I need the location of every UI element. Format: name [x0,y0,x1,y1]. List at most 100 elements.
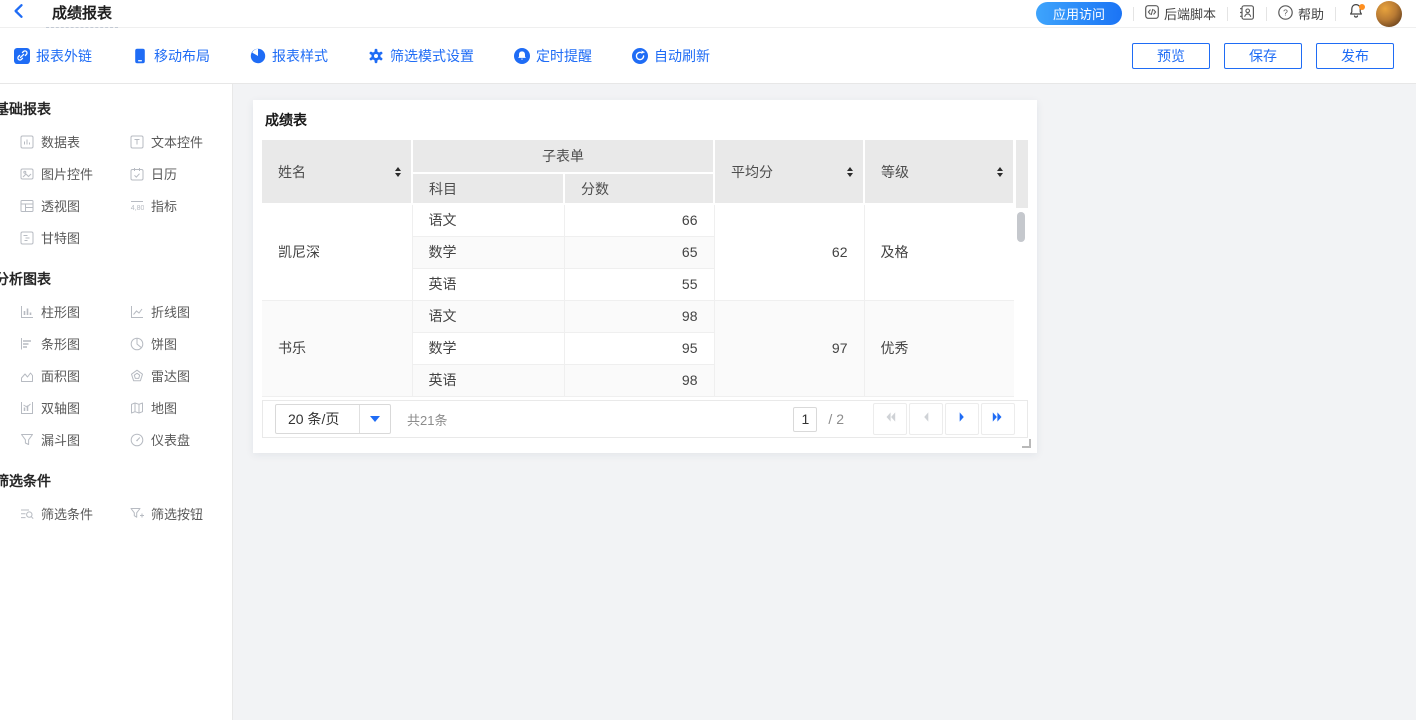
score-cell: 98 [564,300,714,332]
divider [1227,7,1228,21]
subject-cell: 英语 [412,364,564,396]
average-cell: 97 [714,300,864,396]
card-title: 成绩表 [253,100,1037,140]
double-chevron-left-icon [883,410,897,429]
pie-icon [250,48,266,64]
page-size-select[interactable]: 20 条/页 [275,404,391,434]
backend-script-label: 后端脚本 [1164,4,1216,23]
sidebar-item-image-widget[interactable]: 图片控件 [20,166,130,181]
sidebar-item-label: 饼图 [151,334,177,353]
toolbar-item-label: 报表样式 [272,46,328,66]
preview-button[interactable]: 预览 [1132,43,1210,69]
sidebar-item-area-chart[interactable]: 面积图 [20,368,130,383]
sidebar-section-2: 筛选条件筛选条件筛选按钮 [0,473,232,521]
notification-dot [1359,4,1365,10]
toolbar-item-2[interactable]: 报表样式 [250,46,328,66]
subject-cell: 语文 [412,300,564,332]
toolbar-item-0[interactable]: 报表外链 [14,46,92,66]
mobile-icon [132,48,148,64]
column-header-grade-label: 等级 [881,162,909,182]
score-report-card[interactable]: 成绩表 姓名 子表 [253,100,1037,453]
column-header-subject: 科目 [412,173,564,204]
help-button[interactable]: ? 帮助 [1278,4,1324,23]
sidebar-item-column-chart[interactable]: 柱形图 [20,304,130,319]
help-icon: ? [1278,5,1293,23]
back-chevron-icon [11,3,27,24]
sort-icon[interactable] [395,167,401,177]
back-button[interactable] [10,5,28,23]
page-size-caret[interactable] [359,405,390,433]
area-chart-icon [20,369,34,383]
toolbar-item-1[interactable]: 移动布局 [132,46,210,66]
sidebar-item-text-widget[interactable]: 文本控件 [130,134,232,149]
sidebar-item-radar-chart[interactable]: 雷达图 [130,368,232,383]
toolbar-item-label: 定时提醒 [536,46,592,66]
sidebar-item-filter-condition[interactable]: 筛选条件 [20,506,130,521]
sidebar-item-label: 甘特图 [41,228,80,247]
sidebar-item-label: 指标 [151,196,177,215]
score-table: 姓名 子表单 平均分 [262,140,1028,400]
sidebar-item-filter-button[interactable]: 筛选按钮 [130,506,232,521]
contacts-button[interactable] [1239,5,1255,23]
notifications-button[interactable] [1347,5,1365,23]
sidebar-item-data-table[interactable]: 数据表 [20,134,130,149]
chevron-right-icon [955,410,969,429]
sidebar-item-dual-axis[interactable]: 双轴图 [20,400,130,415]
last-page-button[interactable] [981,403,1015,435]
widget-sidebar: 基础报表数据表文本控件图片控件日历透视图4,80指标甘特图分析图表柱形图折线图条… [0,84,233,720]
link-icon [14,48,30,64]
radar-chart-icon [130,369,144,383]
avatar[interactable] [1376,1,1402,27]
report-title[interactable]: 成绩报表 [46,0,118,28]
sidebar-item-gauge[interactable]: 仪表盘 [130,432,232,447]
table-row[interactable]: 书乐语文9897优秀 [262,300,1014,332]
gauge-icon [130,433,144,447]
sidebar-section-1: 分析图表柱形图折线图条形图饼图面积图雷达图双轴图地图漏斗图仪表盘 [0,271,232,447]
card-resize-handle[interactable] [1022,439,1031,448]
prev-page-button[interactable] [909,403,943,435]
toolbar-item-4[interactable]: 定时提醒 [514,46,592,66]
toolbar-item-5[interactable]: 自动刷新 [632,46,710,66]
divider [1133,7,1134,21]
column-header-grade[interactable]: 等级 [864,140,1014,204]
refresh-icon [632,48,648,64]
dual-axis-icon [20,401,34,415]
report-toolbar: 报表外链 移动布局 报表样式 筛选模式设置 定时提醒 自动刷新 预览 保存 发布 [0,28,1416,84]
sidebar-item-pie-chart[interactable]: 饼图 [130,336,232,351]
total-count-label: 共21条 [407,410,447,429]
backend-script-button[interactable]: 后端脚本 [1145,4,1216,23]
sidebar-item-pivot[interactable]: 透视图 [20,198,130,213]
bar-chart-icon [20,337,34,351]
column-header-average[interactable]: 平均分 [714,140,864,204]
page-number-input[interactable]: 1 [793,407,817,432]
app-access-button[interactable]: 应用访问 [1036,2,1122,25]
scrollbar-thumb[interactable] [1017,212,1025,242]
sidebar-item-bar-chart[interactable]: 条形图 [20,336,130,351]
sidebar-item-label: 条形图 [41,334,80,353]
sort-icon[interactable] [997,167,1003,177]
table-row[interactable]: 凯尼深语文6662及格 [262,204,1014,236]
sidebar-item-map[interactable]: 地图 [130,400,232,415]
next-page-button[interactable] [945,403,979,435]
sort-icon[interactable] [847,167,853,177]
first-page-button[interactable] [873,403,907,435]
toolbar-item-3[interactable]: 筛选模式设置 [368,46,474,66]
data-table-icon [20,135,34,149]
sidebar-item-line-chart[interactable]: 折线图 [130,304,232,319]
sidebar-section-0: 基础报表数据表文本控件图片控件日历透视图4,80指标甘特图 [0,101,232,245]
design-canvas[interactable]: 成绩表 姓名 子表 [233,84,1416,720]
sidebar-item-label: 双轴图 [41,398,80,417]
publish-button[interactable]: 发布 [1316,43,1394,69]
page-size-value: 20 条/页 [276,405,359,433]
pagination-bar: 20 条/页 共21条 1 / 2 [262,400,1028,438]
sidebar-item-calendar[interactable]: 日历 [130,166,232,181]
sidebar-item-metric[interactable]: 4,80指标 [130,198,232,213]
page-total-label: / 2 [828,411,844,427]
column-header-name[interactable]: 姓名 [262,140,412,204]
sidebar-item-gantt[interactable]: 甘特图 [20,230,130,245]
divider [1266,7,1267,21]
subject-cell: 语文 [412,204,564,236]
sidebar-item-funnel-chart[interactable]: 漏斗图 [20,432,130,447]
save-button[interactable]: 保存 [1224,43,1302,69]
image-widget-icon [20,167,34,181]
